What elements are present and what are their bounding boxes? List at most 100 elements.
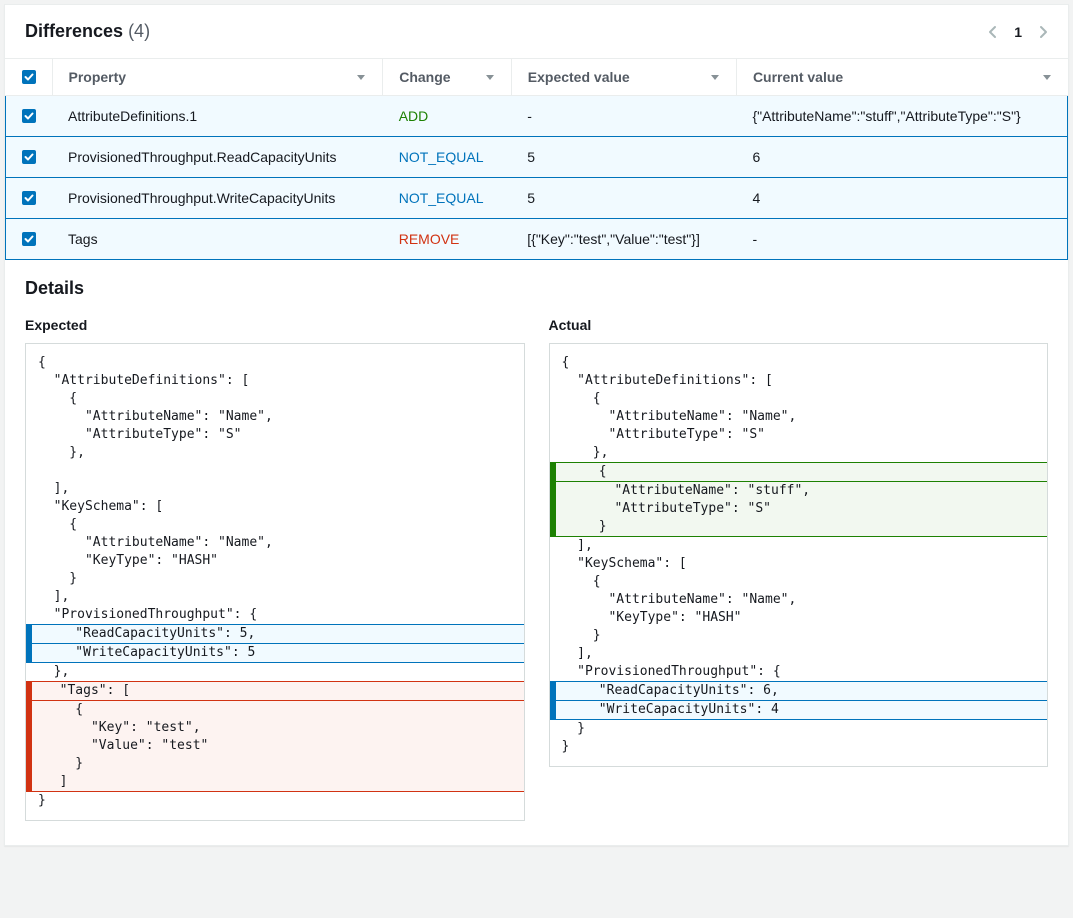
col-expected[interactable]: Expected value [511, 59, 736, 96]
col-property-label: Property [69, 69, 127, 85]
code-line: ], [550, 645, 1048, 663]
page-next-icon[interactable] [1038, 25, 1048, 39]
code-line: "Value": "test" [26, 737, 525, 755]
col-current[interactable]: Current value [736, 59, 1067, 96]
sort-icon [710, 72, 720, 82]
code-line: { [550, 390, 1048, 408]
code-line: } [550, 627, 1048, 645]
code-line: "AttributeName": "Name", [550, 408, 1048, 426]
differences-panel: Differences (4) 1 Prope [4, 4, 1069, 846]
sort-icon [1042, 72, 1052, 82]
code-line: "AttributeName": "Name", [550, 591, 1048, 609]
code-line: "KeyType": "HASH" [26, 552, 524, 570]
code-line: "ProvisionedThroughput": { [550, 663, 1048, 681]
details-title: Details [5, 260, 1068, 305]
table-row[interactable]: AttributeDefinitions.1ADD-{"AttributeNam… [6, 96, 1068, 137]
table-header-row: Property Change Expected value [6, 59, 1068, 96]
code-line: "KeySchema": [ [550, 555, 1048, 573]
code-line: "AttributeType": "S" [550, 426, 1048, 444]
table-row[interactable]: TagsREMOVE[{"Key":"test","Value":"test"}… [6, 219, 1068, 260]
code-line: "KeyType": "HASH" [550, 609, 1048, 627]
col-change[interactable]: Change [383, 59, 512, 96]
code-line: { [26, 354, 524, 372]
expected-code: { "AttributeDefinitions": [ { "Attribute… [25, 343, 525, 821]
sort-icon [356, 72, 366, 82]
actual-code: { "AttributeDefinitions": [ { "Attribute… [549, 343, 1049, 767]
col-change-label: Change [399, 69, 450, 85]
row-checkbox[interactable] [22, 150, 36, 164]
code-line: }, [26, 444, 524, 462]
title-text: Differences [25, 21, 123, 41]
row-change: NOT_EQUAL [383, 178, 512, 219]
row-change: REMOVE [383, 219, 512, 260]
col-property[interactable]: Property [52, 59, 383, 96]
code-line: ] [26, 773, 525, 792]
code-line: }, [26, 663, 524, 681]
row-checkbox[interactable] [22, 191, 36, 205]
row-property: Tags [52, 219, 383, 260]
panel-title: Differences (4) [25, 21, 150, 42]
row-change: ADD [383, 96, 512, 137]
row-current: 4 [736, 178, 1067, 219]
actual-label: Actual [549, 317, 1049, 333]
row-expected: 5 [511, 137, 736, 178]
code-line: ], [550, 537, 1048, 555]
code-line: } [26, 755, 525, 773]
code-line: "AttributeName": "Name", [26, 534, 524, 552]
row-property: ProvisionedThroughput.WriteCapacityUnits [52, 178, 383, 219]
code-line: "AttributeDefinitions": [ [550, 372, 1048, 390]
row-checkbox-cell [6, 137, 53, 178]
code-line: { [550, 354, 1048, 372]
page-number: 1 [1014, 24, 1022, 40]
actual-column: Actual { "AttributeDefinitions": [ { "At… [549, 317, 1049, 821]
code-line: { [26, 701, 525, 719]
code-line: } [26, 792, 524, 810]
row-expected: [{"Key":"test","Value":"test"}] [511, 219, 736, 260]
code-line: } [550, 720, 1048, 738]
code-line: "ReadCapacityUnits": 6, [550, 681, 1049, 701]
code-line: ], [26, 588, 524, 606]
table-row[interactable]: ProvisionedThroughput.WriteCapacityUnits… [6, 178, 1068, 219]
col-expected-label: Expected value [528, 69, 630, 85]
details-grid: Expected { "AttributeDefinitions": [ { "… [5, 305, 1068, 845]
code-line: "AttributeName": "stuff", [550, 482, 1049, 500]
page-prev-icon[interactable] [988, 25, 998, 39]
code-line: { [26, 390, 524, 408]
code-line: { [550, 462, 1049, 482]
differences-table: Property Change Expected value [5, 59, 1068, 260]
select-all-checkbox[interactable] [22, 70, 36, 84]
table-row[interactable]: ProvisionedThroughput.ReadCapacityUnitsN… [6, 137, 1068, 178]
title-count: (4) [128, 21, 150, 41]
row-expected: 5 [511, 178, 736, 219]
code-line: "Key": "test", [26, 719, 525, 737]
code-line: { [26, 516, 524, 534]
row-current: 6 [736, 137, 1067, 178]
code-line [26, 462, 524, 480]
row-property: AttributeDefinitions.1 [52, 96, 383, 137]
code-line: } [26, 570, 524, 588]
row-checkbox[interactable] [22, 232, 36, 246]
row-current: - [736, 219, 1067, 260]
code-line: ], [26, 480, 524, 498]
code-line: "ProvisionedThroughput": { [26, 606, 524, 624]
row-expected: - [511, 96, 736, 137]
code-line: "KeySchema": [ [26, 498, 524, 516]
code-line: }, [550, 444, 1048, 462]
row-checkbox-cell [6, 219, 53, 260]
expected-column: Expected { "AttributeDefinitions": [ { "… [25, 317, 525, 821]
row-checkbox[interactable] [22, 109, 36, 123]
sort-icon [485, 72, 495, 82]
code-line: { [550, 573, 1048, 591]
code-line: "AttributeType": "S" [550, 500, 1049, 518]
code-line: "ReadCapacityUnits": 5, [26, 624, 525, 644]
code-line: } [550, 518, 1049, 537]
row-checkbox-cell [6, 178, 53, 219]
row-change: NOT_EQUAL [383, 137, 512, 178]
code-line: "AttributeType": "S" [26, 426, 524, 444]
pager: 1 [988, 24, 1048, 40]
row-current: {"AttributeName":"stuff","AttributeType"… [736, 96, 1067, 137]
panel-header: Differences (4) 1 [5, 5, 1068, 59]
code-line: "AttributeDefinitions": [ [26, 372, 524, 390]
expected-label: Expected [25, 317, 525, 333]
code-line: "WriteCapacityUnits": 5 [26, 644, 525, 663]
